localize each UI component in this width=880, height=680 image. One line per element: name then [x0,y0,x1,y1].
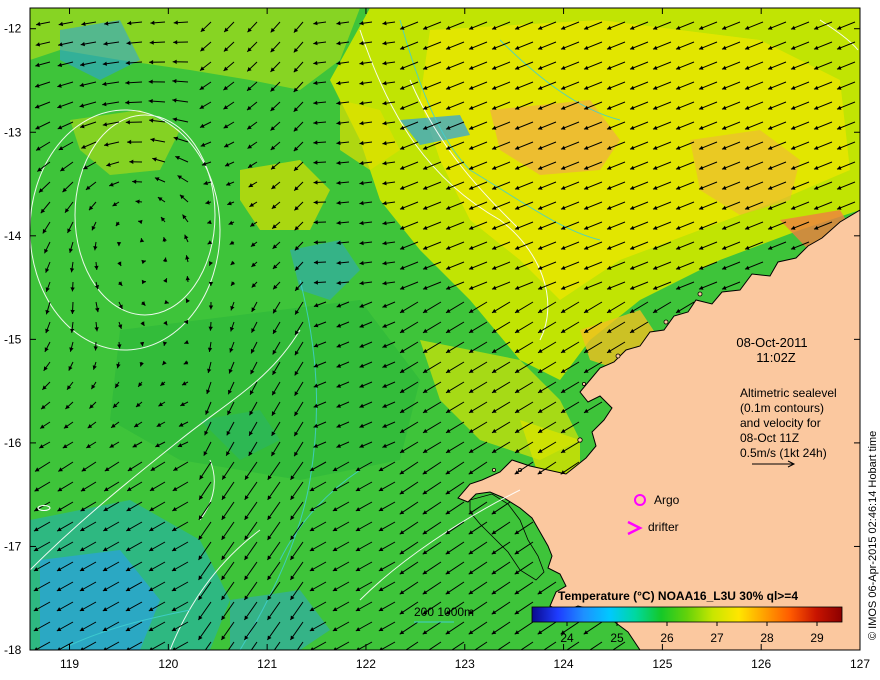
lat-tick-label: -13 [4,125,22,139]
colorbar-tick-label: 25 [610,631,624,645]
legend-line-2: (0.1m contours) [740,401,824,415]
lon-tick-label: 124 [554,657,574,671]
colorbar-tick-label: 27 [710,631,724,645]
drifter-label: drifter [648,520,679,534]
lat-tick-label: -14 [4,229,22,243]
argo-label: Argo [654,493,680,507]
velocity-arrowhead [584,650,589,654]
lat-tick-label: -18 [4,643,22,657]
velocity-arrowhead [290,656,294,661]
colorbar-gradient [531,606,843,623]
lat-tick-label: -15 [4,332,22,346]
lat-tick-label: -12 [4,22,22,36]
velocity-arrowhead [515,650,520,654]
sst-map-figure: 119 120 121 122 123 124 125 126 127 -12 -13 -14 -15… [4,7,879,671]
lon-tick-label: 121 [257,657,277,671]
lon-tick-label: 122 [356,657,376,671]
lon-tick-label: 123 [455,657,475,671]
colorbar-tick-label: 26 [660,631,674,645]
velocity-arrowhead [469,650,474,654]
map-date: 08-Oct-2011 [736,335,807,350]
lon-tick-label: 127 [850,657,870,671]
velocity-arrowhead [446,650,451,654]
colorbar-title: Temperature (°C) NOAA16_L3U 30% ql>=4 [558,589,798,603]
velocity-arrowhead [244,656,248,661]
lon-tick-label: 125 [652,657,672,671]
depth-legend-label: 200 1000m [414,605,474,619]
legend-line-5: 0.5m/s (1kt 24h) [740,446,827,460]
credit-text: © IMOS 06-Apr-2015 02:46:14 Hobart time [867,431,879,640]
velocity-arrowhead [561,650,566,654]
colorbar-tick-label: 28 [760,631,774,645]
legend-line-3: and velocity for [740,416,821,430]
velocity-arrowhead [607,650,612,654]
legend-line-1: Altimetric sealevel [740,386,837,400]
lat-tick-label: -17 [4,539,22,553]
velocity-arrowhead [423,650,428,654]
colorbar-tick-label: 29 [810,631,824,645]
legend-line-4: 08-Oct 11Z [740,431,799,445]
lon-tick-label: 120 [158,657,178,671]
map-plot-area [30,8,860,661]
velocity-arrowhead [400,650,405,654]
velocity-arrowhead [198,656,202,661]
lat-tick-label: -16 [4,436,22,450]
lon-tick-label: 119 [60,657,79,671]
velocity-arrowhead [538,650,543,654]
velocity-arrowhead [492,650,497,654]
map-time: 11:02Z [756,350,796,365]
lon-tick-label: 126 [751,657,771,671]
velocity-arrowhead [221,656,225,661]
colorbar-tick-label: 24 [560,631,574,645]
